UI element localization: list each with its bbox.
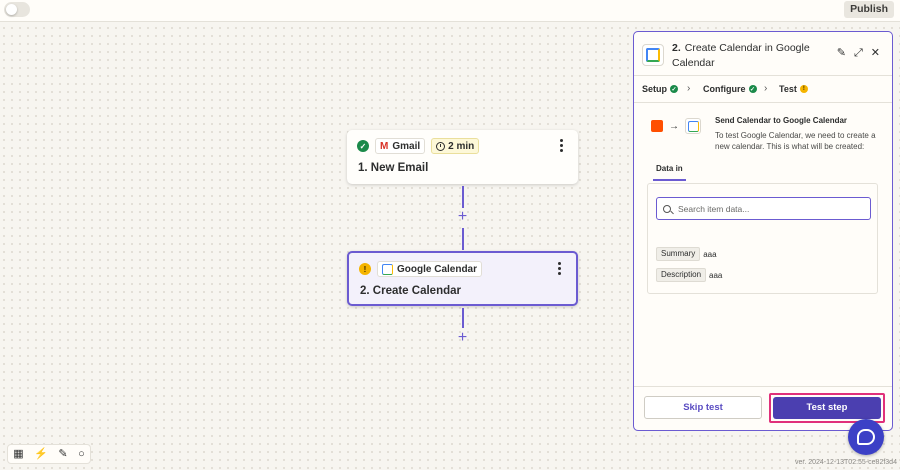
- toggle-knob: [6, 4, 17, 15]
- field-key: Summary: [656, 247, 701, 261]
- data-field-row: Summary aaa: [656, 247, 717, 261]
- google-calendar-icon: [685, 118, 701, 134]
- data-flow: →: [651, 118, 701, 134]
- search-field[interactable]: [656, 197, 871, 220]
- step-number: 2.: [672, 42, 681, 54]
- search-icon: [663, 204, 671, 213]
- trigger-app-icon: [651, 120, 663, 132]
- send-description: To test Google Calendar, we need to crea…: [715, 131, 876, 151]
- chevron-right-icon: ›: [764, 83, 768, 94]
- connector-line: [462, 228, 464, 250]
- wrench-icon[interactable]: ✎: [58, 448, 67, 460]
- search-input[interactable]: [678, 203, 858, 214]
- tab-configure[interactable]: Configure ✓: [703, 84, 757, 94]
- panel-header: 2. Create Calendar in Google Calendar ✎ ⤢…: [634, 32, 892, 76]
- panel-title: 2. Create Calendar in Google Calendar: [672, 41, 817, 71]
- chevron-right-icon: ›: [687, 83, 691, 94]
- data-field-row: Description aaa: [656, 268, 722, 282]
- canvas-toolbar: ▦ ⚡ ✎ ○: [7, 444, 91, 464]
- app-chip-google-calendar: Google Calendar: [377, 261, 483, 277]
- data-in-box: Summary aaa Description aaa: [647, 183, 878, 294]
- gmail-icon: M: [380, 140, 389, 152]
- chat-support-button[interactable]: [848, 419, 884, 455]
- step-card-header: ✓ M Gmail 2 min: [357, 138, 480, 154]
- close-icon[interactable]: ✕: [871, 46, 880, 60]
- expand-icon[interactable]: ⤢: [854, 46, 863, 60]
- step-card-header: ! Google Calendar: [359, 261, 483, 277]
- panel-title-text: Create Calendar in Google Calendar: [672, 42, 810, 69]
- more-options-icon[interactable]: [560, 139, 566, 154]
- search-icon[interactable]: ○: [78, 448, 85, 460]
- step-title: 2. Create Calendar: [360, 285, 461, 297]
- delay-label: 2 min: [448, 140, 475, 152]
- tab-setup[interactable]: Setup ✓: [642, 84, 679, 94]
- tab-data-in[interactable]: Data in: [653, 164, 686, 181]
- add-step-button[interactable]: +: [455, 209, 470, 225]
- tab-label: Setup: [642, 84, 668, 94]
- skip-test-button[interactable]: Skip test: [644, 396, 762, 419]
- arrow-right-icon: →: [669, 120, 679, 132]
- warning-icon: !: [359, 263, 371, 275]
- add-step-button[interactable]: +: [455, 330, 470, 346]
- test-step-button[interactable]: Test step: [773, 397, 881, 419]
- edit-icon[interactable]: ✎: [837, 46, 846, 60]
- tab-test[interactable]: Test !: [779, 84, 808, 94]
- clock-icon: [436, 141, 446, 151]
- step-title: 1. New Email: [358, 162, 429, 174]
- field-key: Description: [656, 268, 707, 282]
- tab-label: Test: [779, 84, 797, 94]
- warning-icon: !: [799, 85, 808, 93]
- chat-icon: [857, 429, 875, 445]
- google-calendar-icon: [382, 263, 393, 275]
- field-value: aaa: [703, 249, 717, 259]
- panel-actions: ✎ ⤢ ✕: [837, 46, 880, 60]
- panel-tabs: Setup ✓ › Configure ✓ › Test !: [634, 76, 892, 103]
- top-bar: Publish: [0, 0, 900, 22]
- more-options-icon[interactable]: [558, 262, 564, 277]
- connector-line: [462, 308, 464, 328]
- tab-label: Configure: [703, 84, 746, 94]
- layout-icon[interactable]: ▦: [13, 448, 23, 460]
- step-detail-panel: 2. Create Calendar in Google Calendar ✎ ⤢…: [633, 31, 893, 431]
- check-circle-icon: ✓: [357, 140, 369, 152]
- field-value: aaa: [709, 270, 723, 280]
- app-chip-gmail: M Gmail: [375, 138, 426, 154]
- delay-chip: 2 min: [431, 138, 480, 154]
- publish-button[interactable]: Publish: [844, 1, 894, 18]
- check-circle-icon: ✓: [748, 85, 757, 93]
- step-card-create-calendar[interactable]: ! Google Calendar 2. Create Calendar: [347, 251, 578, 306]
- step-card-new-email[interactable]: ✓ M Gmail 2 min 1. New Email: [347, 130, 578, 184]
- connector-line: [462, 186, 464, 208]
- lightning-icon[interactable]: ⚡: [34, 448, 48, 460]
- version-label: ver. 2024-12-13T02:55-ce82f3d4: [795, 459, 897, 466]
- google-calendar-icon: [642, 44, 664, 66]
- check-circle-icon: ✓: [670, 85, 679, 93]
- app-name: Google Calendar: [397, 263, 478, 275]
- workflow-toggle[interactable]: [4, 2, 30, 17]
- send-title: Send Calendar to Google Calendar: [715, 116, 848, 125]
- app-name: Gmail: [392, 140, 421, 152]
